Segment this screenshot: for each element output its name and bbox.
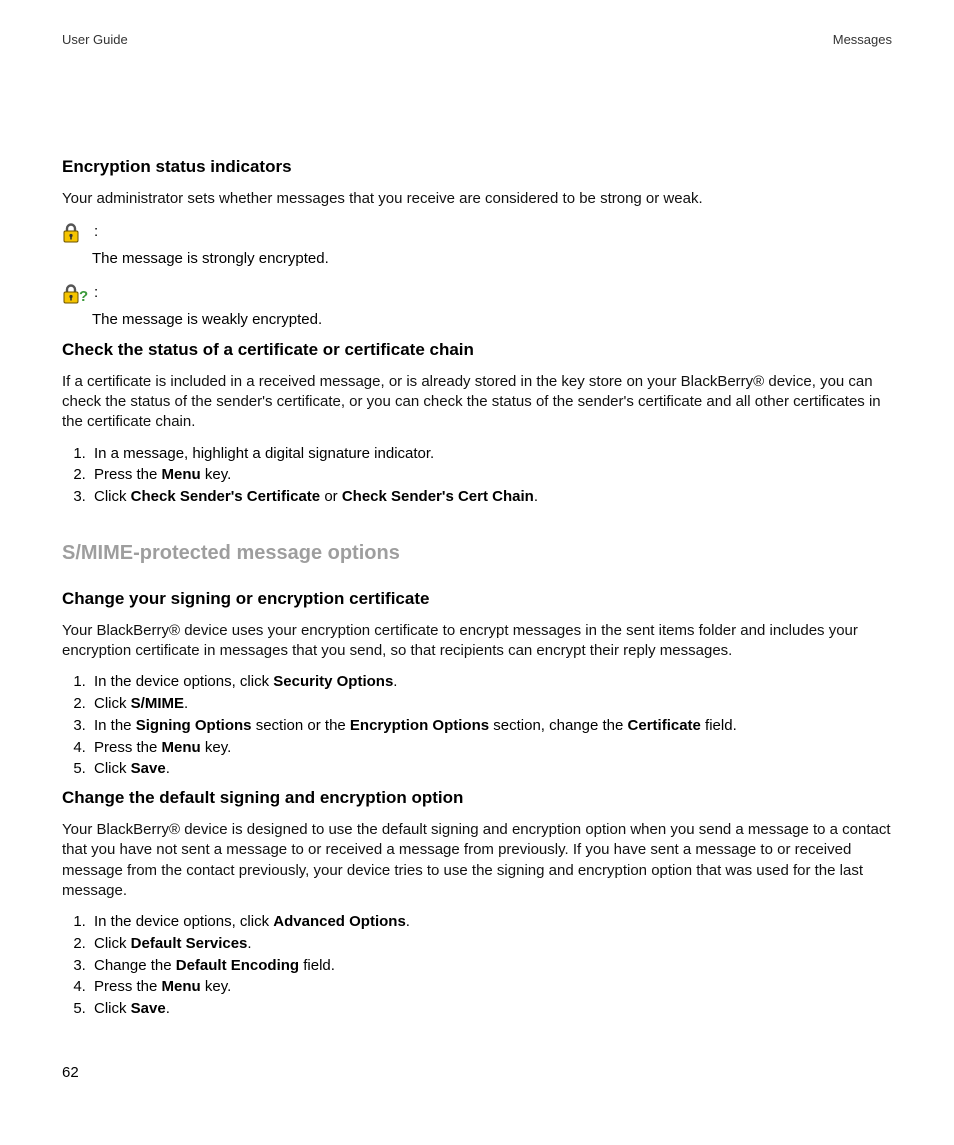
- header-left: User Guide: [62, 32, 128, 47]
- step-text: .: [184, 695, 188, 712]
- list-item: Press the Menu key.: [90, 737, 892, 759]
- step-text: key.: [201, 739, 232, 756]
- list-item: Click S/MIME.: [90, 693, 892, 715]
- step-bold: Menu: [162, 739, 201, 756]
- step-bold: Default Services: [131, 935, 248, 952]
- document-page: User Guide Messages Encryption status in…: [0, 0, 954, 1145]
- list-item: Click Save.: [90, 758, 892, 780]
- svg-text:?: ?: [79, 288, 88, 304]
- step-bold: Security Options: [273, 673, 393, 690]
- section-title-check-cert: Check the status of a certificate or cer…: [62, 340, 892, 360]
- list-item: Press the Menu key.: [90, 976, 892, 998]
- step-text: Change the: [94, 957, 176, 974]
- list-item: Change the Default Encoding field.: [90, 955, 892, 977]
- step-text: Click: [94, 695, 131, 712]
- step-text: In the: [94, 717, 136, 734]
- step-text: Press the: [94, 978, 162, 995]
- step-text: Click: [94, 760, 131, 777]
- step-bold: Certificate: [628, 717, 701, 734]
- step-bold: Advanced Options: [273, 913, 406, 930]
- step-bold: Encryption Options: [350, 717, 489, 734]
- indicator-strong-colon: :: [94, 223, 98, 240]
- list-item: Click Save.: [90, 998, 892, 1020]
- step-text: .: [166, 760, 170, 777]
- step-text: section, change the: [489, 717, 627, 734]
- step-text: In a message, highlight a digital signat…: [94, 445, 434, 462]
- list-item: Click Check Sender's Certificate or Chec…: [90, 486, 892, 508]
- list-item: Click Default Services.: [90, 933, 892, 955]
- step-bold: Menu: [162, 466, 201, 483]
- list-item: In a message, highlight a digital signat…: [90, 443, 892, 465]
- section2-steps: In a message, highlight a digital signat…: [62, 443, 892, 508]
- step-bold: Default Encoding: [176, 957, 299, 974]
- header-right: Messages: [833, 32, 892, 47]
- step-bold: Menu: [162, 978, 201, 995]
- step-text: .: [393, 673, 397, 690]
- indicator-strong-block: : The message is strongly encrypted.: [62, 223, 892, 269]
- step-text: Press the: [94, 466, 162, 483]
- indicator-strong-desc: The message is strongly encrypted.: [92, 249, 892, 269]
- step-text: .: [534, 488, 538, 505]
- section-title-encryption-indicators: Encryption status indicators: [62, 157, 892, 177]
- step-bold: Save: [131, 1000, 166, 1017]
- step-text: Click: [94, 488, 131, 505]
- section2-intro: If a certificate is included in a receiv…: [62, 372, 892, 433]
- step-text: In the device options, click: [94, 913, 273, 930]
- section3-steps: In the device options, click Security Op…: [62, 671, 892, 780]
- list-item: Press the Menu key.: [90, 464, 892, 486]
- page-number: 62: [62, 1064, 79, 1081]
- section3-intro: Your BlackBerry® device uses your encryp…: [62, 621, 892, 662]
- section-title-change-cert: Change your signing or encryption certif…: [62, 589, 892, 609]
- section1-intro: Your administrator sets whether messages…: [62, 189, 892, 209]
- step-bold: Save: [131, 760, 166, 777]
- list-item: In the device options, click Advanced Op…: [90, 911, 892, 933]
- step-text: Click: [94, 1000, 131, 1017]
- lock-weak-icon: ?: [62, 284, 92, 304]
- page-header: User Guide Messages: [62, 32, 892, 47]
- indicator-weak-block: ? : The message is weakly encrypted.: [62, 284, 892, 330]
- step-text: .: [166, 1000, 170, 1017]
- step-text: .: [406, 913, 410, 930]
- major-title-smime-options: S/MIME-protected message options: [62, 542, 892, 565]
- indicator-weak-desc: The message is weakly encrypted.: [92, 310, 892, 330]
- list-item: In the device options, click Security Op…: [90, 671, 892, 693]
- step-bold: Signing Options: [136, 717, 252, 734]
- step-text: .: [247, 935, 251, 952]
- step-text: key.: [201, 466, 232, 483]
- step-bold: Check Sender's Cert Chain: [342, 488, 534, 505]
- step-text: or: [320, 488, 342, 505]
- step-text: In the device options, click: [94, 673, 273, 690]
- step-text: section or the: [252, 717, 350, 734]
- section4-steps: In the device options, click Advanced Op…: [62, 911, 892, 1020]
- step-text: field.: [299, 957, 335, 974]
- section-title-change-default: Change the default signing and encryptio…: [62, 788, 892, 808]
- step-bold: Check Sender's Certificate: [131, 488, 320, 505]
- step-text: key.: [201, 978, 232, 995]
- step-text: Press the: [94, 739, 162, 756]
- section4-intro: Your BlackBerry® device is designed to u…: [62, 820, 892, 901]
- indicator-weak-colon: :: [94, 284, 98, 301]
- step-text: field.: [701, 717, 737, 734]
- list-item: In the Signing Options section or the En…: [90, 715, 892, 737]
- step-text: Click: [94, 935, 131, 952]
- step-bold: S/MIME: [131, 695, 184, 712]
- lock-strong-icon: [62, 223, 92, 243]
